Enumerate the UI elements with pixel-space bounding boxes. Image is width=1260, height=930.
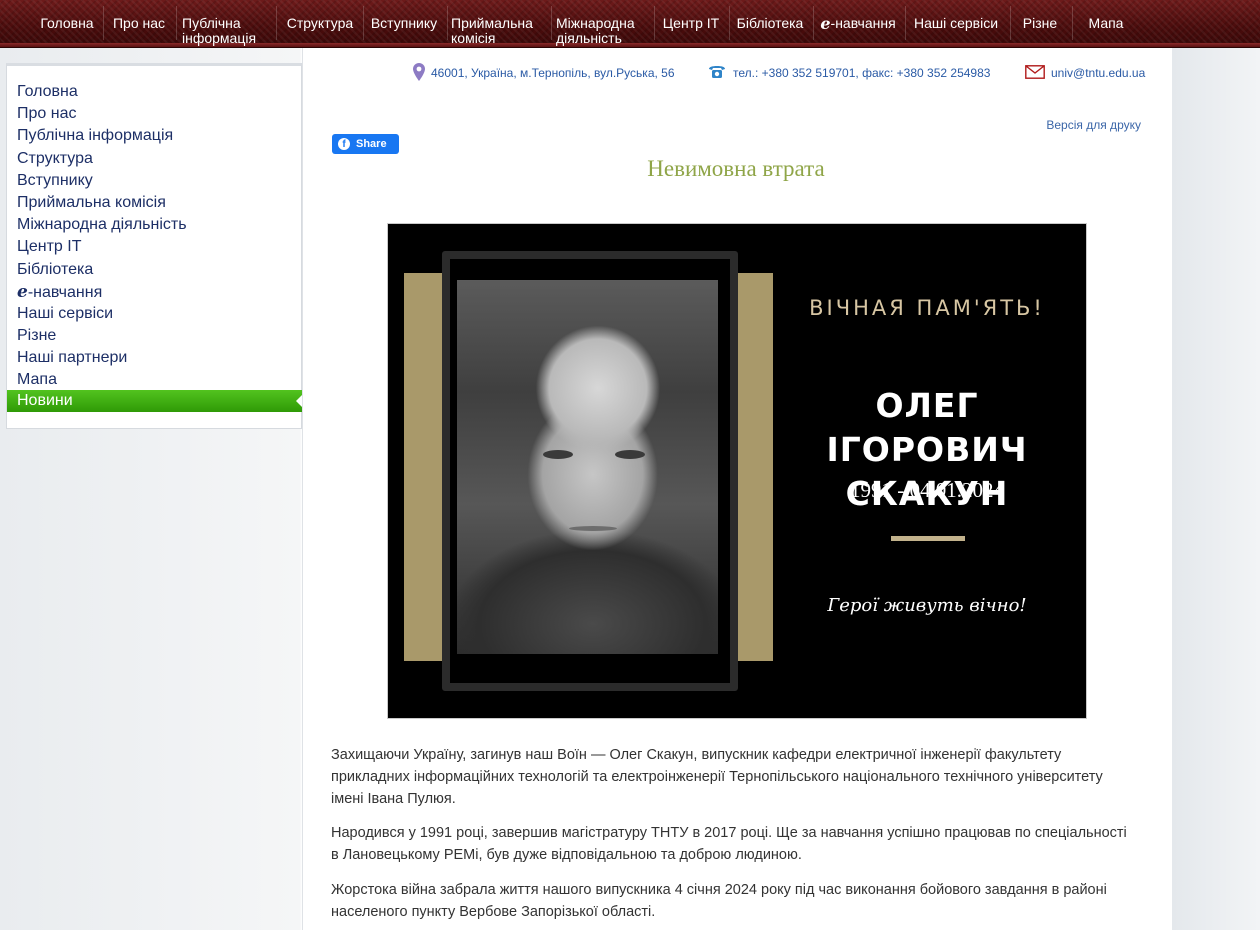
- sidebar-item-it-center[interactable]: Центр IT: [17, 236, 81, 258]
- main-content: 46001, Україна, м.Тернопіль, вул.Руська,…: [302, 48, 1172, 930]
- e-letter: e: [17, 282, 28, 302]
- nav-separator: [1072, 6, 1073, 40]
- nav-item-applicant[interactable]: Вступнику: [366, 0, 442, 46]
- nav-separator: [813, 6, 814, 40]
- nav-separator: [1010, 6, 1011, 40]
- nav-item-admission[interactable]: Приймальна комісія: [451, 0, 543, 46]
- nav-item-label: -навчання: [830, 15, 896, 31]
- nav-item-label: Бібліотека: [736, 15, 804, 31]
- portrait-photo: [457, 280, 718, 654]
- sidebar-item-applicant[interactable]: Вступнику: [17, 170, 93, 192]
- nav-item-misc[interactable]: Різне: [1014, 0, 1066, 46]
- nav-separator: [729, 6, 730, 40]
- nav-item-label: Наші сервіси: [913, 15, 999, 31]
- share-label: Share: [356, 138, 387, 150]
- contact-email[interactable]: univ@tntu.edu.ua: [1025, 64, 1145, 82]
- nav-item-label: Центр IT: [662, 15, 720, 31]
- nav-separator: [103, 6, 104, 40]
- address-text: 46001, Україна, м.Тернопіль, вул.Руська,…: [431, 66, 675, 80]
- nav-separator: [905, 6, 906, 40]
- nav-item-structure[interactable]: Структура: [282, 0, 358, 46]
- nav-item-label-line2: інформація: [182, 30, 257, 46]
- sidebar-item-structure[interactable]: Структура: [17, 148, 93, 170]
- sidebar-item-partners[interactable]: Наші партнери: [17, 347, 127, 369]
- nav-item-international[interactable]: Міжнародна діяльність: [556, 0, 648, 46]
- nav-item-label-line2: комісія: [451, 30, 496, 46]
- nav-separator: [447, 6, 448, 40]
- article-paragraph: Народився у 1991 році, завершив магістра…: [331, 825, 1127, 863]
- nav-separator: [654, 6, 655, 40]
- contact-phone: тел.: +380 352 519701, факс: +380 352 25…: [707, 64, 990, 82]
- nav-item-label: Мапа: [1088, 15, 1124, 31]
- sidebar-item-map[interactable]: Мапа: [17, 369, 57, 391]
- portrait-eyes: [539, 450, 651, 468]
- nav-item-label: Вступнику: [370, 15, 438, 31]
- phone-text: тел.: +380 352 519701, факс: +380 352 25…: [733, 66, 991, 80]
- sidebar-item-admission[interactable]: Приймальна комісія: [17, 192, 166, 214]
- nav-separator: [276, 6, 277, 40]
- portrait-eye: [543, 450, 573, 459]
- facebook-icon: f: [338, 138, 350, 150]
- sidebar-menu: Головна Про нас Публічна інформація Стру…: [6, 63, 303, 429]
- memorial-image: ВІЧНАЯ ПАМ'ЯТЬ! ОЛЕГ ІГОРОВИЧ СКАКУН 199…: [387, 223, 1087, 719]
- nav-item-label-line1: Публічна: [182, 15, 241, 31]
- portrait-mouth: [569, 526, 617, 531]
- memorial-dates: 1991 - 04.01.2024: [850, 478, 1004, 502]
- nav-item-label: Структура: [286, 15, 354, 31]
- sidebar-item-about[interactable]: Про нас: [17, 103, 76, 125]
- nav-item-label-line2: діяльність: [556, 30, 622, 46]
- email-link[interactable]: univ@tntu.edu.ua: [1051, 66, 1145, 80]
- sidebar-item-label: Новини: [17, 392, 73, 409]
- nav-item-public-info[interactable]: Публічна інформація: [182, 0, 268, 46]
- memorial-divider: [891, 536, 965, 541]
- portrait-eye: [615, 450, 645, 459]
- nav-item-home[interactable]: Головна: [36, 0, 98, 46]
- phone-icon: [707, 65, 727, 82]
- sidebar-item-international[interactable]: Міжнародна діяльність: [17, 214, 187, 236]
- memorial-name-line1: ОЛЕГ ІГОРОВИЧ: [826, 386, 1028, 469]
- nav-separator: [176, 6, 177, 40]
- nav-item-e-learning[interactable]: e -навчання: [817, 0, 899, 46]
- facebook-share-button[interactable]: f Share: [332, 134, 399, 154]
- sidebar-item-library[interactable]: Бібліотека: [17, 259, 93, 281]
- article-paragraph: Захищаючи Україну, загинув наш Воїн — Ол…: [331, 747, 1103, 807]
- nav-item-map[interactable]: Мапа: [1078, 0, 1134, 46]
- nav-separator: [363, 6, 364, 40]
- nav-item-it-center[interactable]: Центр IT: [658, 0, 724, 46]
- top-navigation: Головна Про нас Публічна інформація Стру…: [0, 0, 1260, 48]
- nav-item-about[interactable]: Про нас: [108, 0, 170, 46]
- sidebar-item-public-info[interactable]: Публічна інформація: [17, 125, 173, 147]
- print-version-link[interactable]: Версія для друку: [1046, 118, 1141, 132]
- sidebar-item-misc[interactable]: Різне: [17, 325, 56, 347]
- sidebar-item-e-learning[interactable]: e-навчання: [17, 281, 102, 303]
- sidebar-item-home[interactable]: Головна: [17, 81, 78, 103]
- nav-item-label: Різне: [1022, 15, 1058, 31]
- sidebar-item-label: -навчання: [27, 284, 103, 301]
- article-title: Невимовна втрата: [647, 156, 825, 181]
- memorial-eternal-memory: ВІЧНАЯ ПАМ'ЯТЬ!: [809, 296, 1045, 320]
- sidebar-item-news-active[interactable]: Новини: [7, 390, 303, 412]
- sidebar-item-services[interactable]: Наші сервіси: [17, 303, 113, 325]
- nav-item-label-line1: Міжнародна: [556, 15, 635, 31]
- map-pin-icon: [413, 62, 425, 84]
- nav-item-services[interactable]: Наші сервіси: [908, 0, 1004, 46]
- contact-address: 46001, Україна, м.Тернопіль, вул.Руська,…: [413, 62, 675, 84]
- mail-icon: [1025, 64, 1045, 82]
- nav-item-label: Про нас: [112, 15, 166, 31]
- memorial-heroes-text: Герої живуть вічно!: [827, 595, 1027, 616]
- article-paragraph: Жорстока війна забрала життя нашого випу…: [331, 882, 1107, 920]
- e-letter: e: [820, 14, 831, 33]
- nav-item-library[interactable]: Бібліотека: [732, 0, 808, 46]
- nav-item-label: Головна: [40, 15, 94, 31]
- nav-separator: [551, 6, 552, 40]
- nav-item-label-line1: Приймальна: [451, 15, 533, 31]
